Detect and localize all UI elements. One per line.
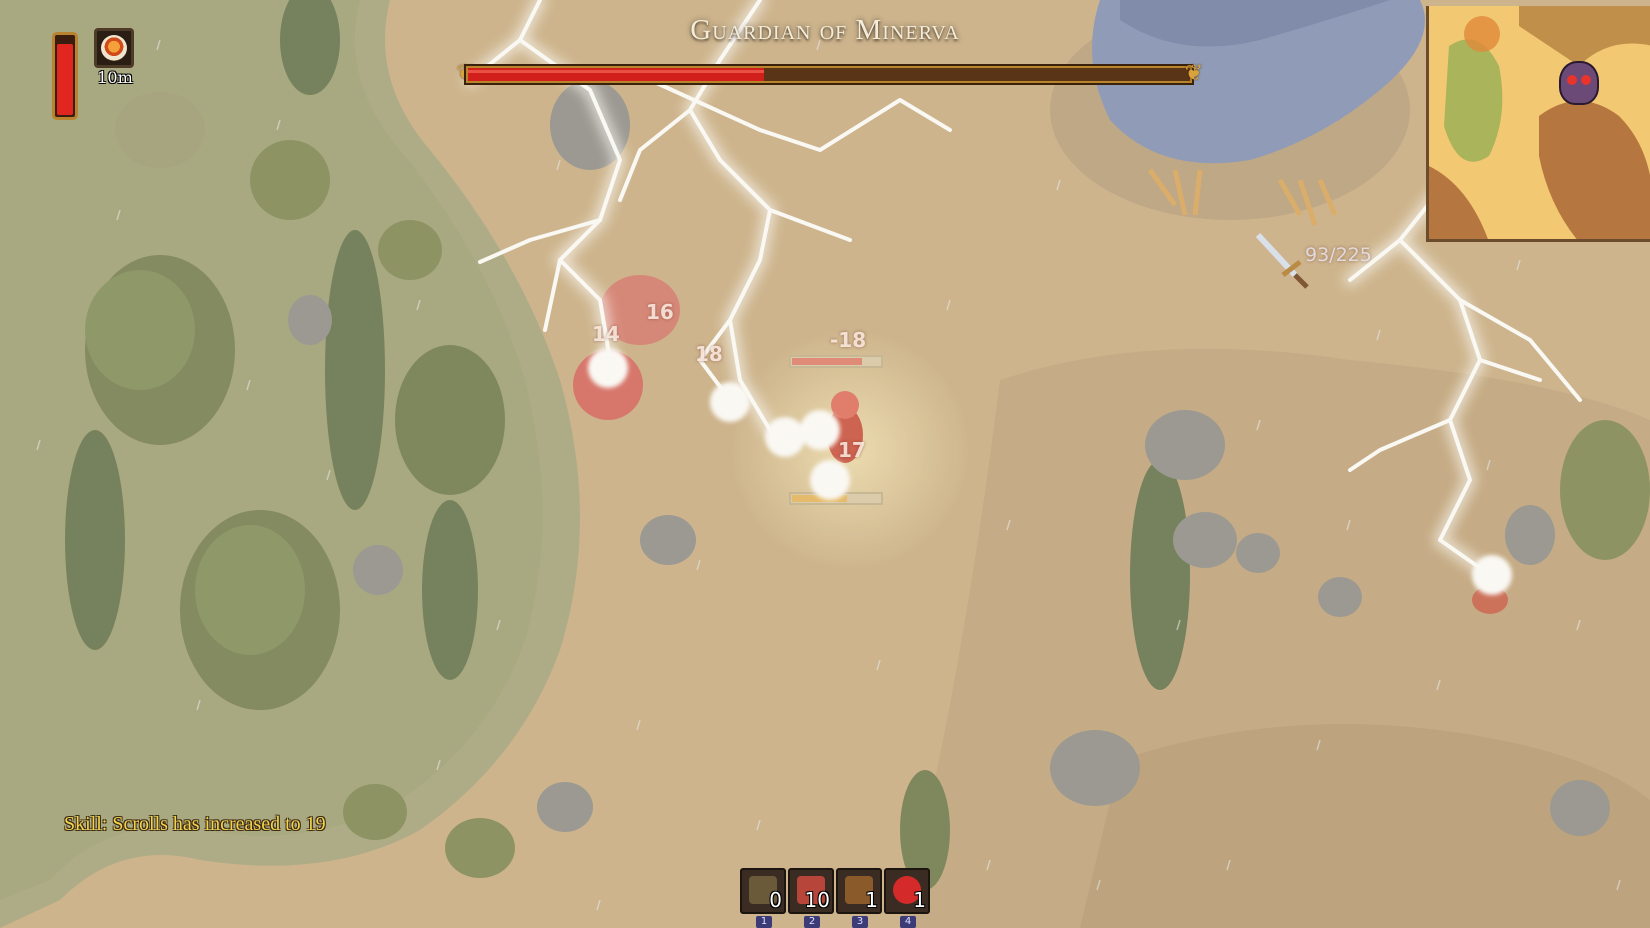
food-bowl-icon xyxy=(101,35,127,61)
slot-count: 1 xyxy=(865,888,878,912)
slot-count: 0 xyxy=(769,888,782,912)
owl-boss-icon xyxy=(1559,61,1599,105)
damage-number: 14 xyxy=(592,322,620,346)
boss-health-bar xyxy=(466,66,1192,83)
game-world[interactable] xyxy=(0,0,1650,928)
player-health-fill xyxy=(57,43,73,115)
damage-number: 16 xyxy=(646,300,674,324)
wheat-ornament-icon: ❦ xyxy=(1184,61,1204,86)
hotbar: 0 1 10 2 1 3 1 4 xyxy=(740,868,930,928)
hotbar-slot-2[interactable]: 10 2 xyxy=(788,868,834,928)
boss-name: Guardian of Minerva xyxy=(690,14,960,46)
hotbar-slot-1[interactable]: 0 1 xyxy=(740,868,786,928)
food-buff-slot[interactable] xyxy=(94,28,134,68)
player-health-vial xyxy=(52,32,78,120)
slot-hotkey: 4 xyxy=(900,916,916,928)
damage-number: -18 xyxy=(830,328,867,352)
slot-count: 1 xyxy=(913,888,926,912)
boss-health-fill xyxy=(468,68,765,81)
hotbar-slot-3[interactable]: 1 3 xyxy=(836,868,882,928)
slot-count: 10 xyxy=(804,888,830,912)
food-buff-timer: 10m xyxy=(97,68,133,87)
minimap[interactable] xyxy=(1426,6,1650,242)
damage-number: 18 xyxy=(695,342,723,366)
minimap-terrain xyxy=(1429,6,1650,239)
slot-hotkey: 1 xyxy=(756,916,772,928)
hotbar-slot-4[interactable]: 1 4 xyxy=(884,868,930,928)
skill-notification: Skill: Scrolls has increased to 19 xyxy=(64,813,326,835)
slot-hotkey: 3 xyxy=(852,916,868,928)
weapon-durability: 93/225 xyxy=(1305,244,1372,266)
slot-hotkey: 2 xyxy=(804,916,820,928)
damage-number: 17 xyxy=(838,438,866,462)
